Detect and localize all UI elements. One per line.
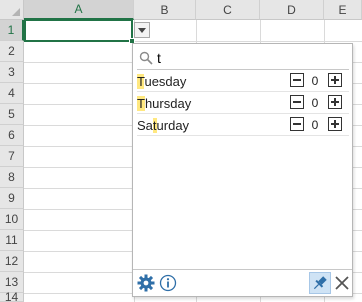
row-header-9[interactable]: 9: [0, 188, 24, 209]
list-item[interactable]: Saturday 0: [137, 115, 349, 136]
column-header-d[interactable]: D: [260, 0, 324, 20]
minus-icon[interactable]: [290, 95, 304, 109]
column-header-a[interactable]: A: [24, 0, 134, 20]
item-count: 0: [311, 96, 319, 110]
item-label: Thursday: [137, 96, 191, 111]
dropdown-panel: t Tuesday 0 Thursday 0 Saturday 0: [132, 43, 353, 297]
plus-icon[interactable]: [328, 95, 342, 109]
row-header-6[interactable]: 6: [0, 125, 24, 146]
plus-icon[interactable]: [328, 117, 342, 131]
item-label-mid: a: [145, 118, 153, 133]
row-header-3[interactable]: 3: [0, 62, 24, 83]
row-header-10[interactable]: 10: [0, 209, 24, 230]
item-label-prefix: S: [137, 118, 146, 133]
row-header-5[interactable]: 5: [0, 104, 24, 125]
column-header-e[interactable]: E: [324, 0, 362, 20]
plus-icon[interactable]: [328, 73, 342, 87]
gear-icon[interactable]: [137, 274, 155, 292]
item-label-rest: urday: [156, 118, 190, 133]
search-icon: [139, 51, 153, 65]
row-header-8[interactable]: 8: [0, 167, 24, 188]
select-all-corner[interactable]: [0, 0, 24, 20]
item-count: 0: [311, 74, 319, 88]
item-label-rest: hursday: [144, 96, 192, 111]
row-header-14[interactable]: 14: [0, 290, 24, 302]
pin-button[interactable]: [309, 272, 331, 294]
search-box[interactable]: t: [137, 48, 349, 70]
minus-icon[interactable]: [290, 73, 304, 87]
row-header-2[interactable]: 2: [0, 41, 24, 62]
row-header-12[interactable]: 12: [0, 251, 24, 272]
dropdown-arrow-icon[interactable]: [134, 22, 150, 38]
item-label: Saturday: [137, 118, 189, 133]
row-header-7[interactable]: 7: [0, 146, 24, 167]
close-icon[interactable]: [333, 274, 351, 292]
item-label: Tuesday: [137, 74, 186, 89]
list-item[interactable]: Thursday 0: [137, 93, 349, 114]
panel-footer: [133, 269, 352, 296]
column-header-b[interactable]: B: [134, 0, 196, 20]
item-label-rest: uesday: [144, 74, 187, 89]
row-header-1[interactable]: 1: [0, 20, 24, 41]
info-icon[interactable]: [159, 274, 177, 292]
selected-cell-a1[interactable]: [24, 19, 135, 44]
pin-icon: [313, 276, 327, 290]
row-header-11[interactable]: 11: [0, 230, 24, 251]
item-count: 0: [311, 118, 319, 132]
list-item[interactable]: Tuesday 0: [137, 71, 349, 92]
minus-icon[interactable]: [290, 117, 304, 131]
row-header-4[interactable]: 4: [0, 83, 24, 104]
column-header-c[interactable]: C: [196, 0, 260, 20]
search-input[interactable]: t: [157, 50, 161, 66]
match-highlight: T: [137, 96, 145, 111]
